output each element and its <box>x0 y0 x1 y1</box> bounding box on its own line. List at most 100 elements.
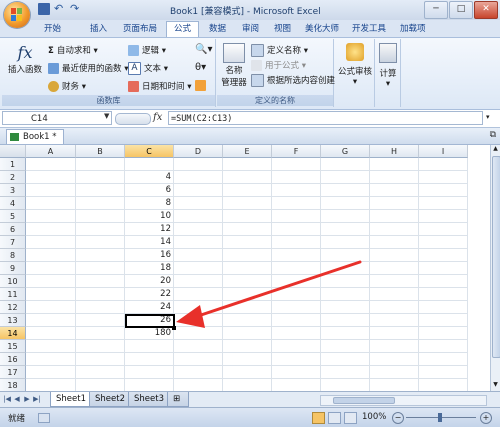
column-header-g[interactable]: G <box>321 145 370 158</box>
row-header-5[interactable]: 5 <box>0 210 26 223</box>
column-header-a[interactable]: A <box>26 145 76 158</box>
insert-sheet-icon[interactable]: ⊞ <box>167 392 189 407</box>
row-header-17[interactable]: 17 <box>0 366 26 379</box>
tab-data[interactable]: 数据 <box>209 22 226 37</box>
sheet-tab-sheet3[interactable]: Sheet3 <box>128 392 170 407</box>
normal-view-icon[interactable] <box>312 412 325 424</box>
formula-input[interactable]: =SUM(C2:C13) <box>168 111 483 125</box>
redo-icon[interactable]: ↷ <box>70 3 82 15</box>
column-header-h[interactable]: H <box>370 145 419 158</box>
page-break-view-icon[interactable] <box>344 412 357 424</box>
undo-icon[interactable]: ↶ <box>54 3 66 15</box>
cell-c9[interactable]: 18 <box>125 262 174 275</box>
tab-home[interactable]: 开始 <box>44 22 61 37</box>
column-header-e[interactable]: E <box>223 145 272 158</box>
scroll-up-icon[interactable]: ▲ <box>491 145 500 155</box>
formula-auditing-button[interactable]: 公式审核 ▾ <box>338 43 372 87</box>
prev-sheet-icon[interactable]: ◀ <box>13 395 21 404</box>
page-layout-view-icon[interactable] <box>328 412 341 424</box>
row-header-3[interactable]: 3 <box>0 184 26 197</box>
cell-c12[interactable]: 24 <box>125 301 174 314</box>
row-header-1[interactable]: 1 <box>0 158 26 171</box>
cell-c8[interactable]: 16 <box>125 249 174 262</box>
tab-developer[interactable]: 开发工具 <box>352 22 386 37</box>
row-header-14[interactable]: 14 <box>0 327 26 340</box>
lookup-icon[interactable]: 🔍▾ <box>195 44 212 55</box>
create-from-selection-button[interactable]: 根据所选内容创建 <box>251 74 335 87</box>
row-header-2[interactable]: 2 <box>0 171 26 184</box>
datetime-button[interactable]: 日期和时间 ▾ <box>128 80 191 92</box>
fill-handle[interactable] <box>172 326 176 330</box>
zoom-level[interactable]: 100% <box>362 412 386 422</box>
tab-review[interactable]: 审阅 <box>242 22 259 37</box>
name-manager-button[interactable]: 名称 管理器 <box>219 43 249 88</box>
expand-formula-bar-icon[interactable]: ▾ <box>486 113 490 121</box>
cell-c2[interactable]: 4 <box>125 171 174 184</box>
recent-functions-button[interactable]: 最近使用的函数 ▾ <box>48 62 128 74</box>
column-header-i[interactable]: I <box>419 145 468 158</box>
tab-beautify[interactable]: 美化大师 <box>305 22 339 37</box>
sheet-tab-sheet1[interactable]: Sheet1 <box>50 392 92 407</box>
row-header-16[interactable]: 16 <box>0 353 26 366</box>
column-header-f[interactable]: F <box>272 145 321 158</box>
zoom-slider-thumb[interactable] <box>438 413 442 422</box>
formula-expand-handle[interactable] <box>115 113 151 125</box>
next-sheet-icon[interactable]: ▶ <box>23 395 31 404</box>
tab-formulas[interactable]: 公式 <box>166 21 200 38</box>
more-functions-icon[interactable] <box>195 80 209 91</box>
financial-button[interactable]: 财务 ▾ <box>48 80 86 92</box>
math-icon[interactable]: θ▾ <box>195 62 206 73</box>
insert-function-button[interactable]: fx 插入函数 <box>8 43 42 75</box>
row-header-15[interactable]: 15 <box>0 340 26 353</box>
tab-view[interactable]: 视图 <box>274 22 291 37</box>
hscroll-thumb[interactable] <box>333 397 395 404</box>
sheet-tab-sheet2[interactable]: Sheet2 <box>89 392 131 407</box>
column-header-c[interactable]: C <box>125 145 174 158</box>
last-sheet-icon[interactable]: ▶| <box>33 395 41 404</box>
workbook-restore-icon[interactable]: ⧉ <box>490 130 496 140</box>
cell-c6[interactable]: 12 <box>125 223 174 236</box>
row-header-4[interactable]: 4 <box>0 197 26 210</box>
select-all-corner[interactable] <box>0 145 26 158</box>
first-sheet-icon[interactable]: |◀ <box>3 395 11 404</box>
zoom-out-icon[interactable]: − <box>392 412 404 424</box>
row-header-7[interactable]: 7 <box>0 236 26 249</box>
name-box[interactable]: C14 <box>2 111 112 125</box>
row-header-12[interactable]: 12 <box>0 301 26 314</box>
text-button[interactable]: A 文本 ▾ <box>128 62 168 75</box>
tab-page-layout[interactable]: 页面布局 <box>123 22 157 37</box>
office-button[interactable] <box>4 2 30 28</box>
row-header-9[interactable]: 9 <box>0 262 26 275</box>
row-header-8[interactable]: 8 <box>0 249 26 262</box>
macro-record-icon[interactable] <box>38 413 50 423</box>
cell-c10[interactable]: 20 <box>125 275 174 288</box>
save-icon[interactable] <box>38 3 50 15</box>
cell-c7[interactable]: 14 <box>125 236 174 249</box>
row-header-11[interactable]: 11 <box>0 288 26 301</box>
close-button[interactable]: ✕ <box>474 1 498 19</box>
tab-addins[interactable]: 加载项 <box>400 22 426 37</box>
autosum-button[interactable]: Σ 自动求和 ▾ <box>48 44 98 56</box>
row-header-18[interactable]: 18 <box>0 379 26 391</box>
use-in-formula-button[interactable]: 用于公式 ▾ <box>251 59 306 71</box>
row-header-10[interactable]: 10 <box>0 275 26 288</box>
scroll-down-icon[interactable]: ▼ <box>491 381 500 391</box>
worksheet-grid[interactable]: ABCDEFGHI 12345678910111213141516171819 … <box>0 145 490 391</box>
cell-c4[interactable]: 8 <box>125 197 174 210</box>
cell-c14[interactable]: 180 <box>125 327 174 340</box>
row-header-13[interactable]: 13 <box>0 314 26 327</box>
cell-c5[interactable]: 10 <box>125 210 174 223</box>
workbook-tab[interactable]: Book1 * <box>6 129 64 144</box>
scroll-thumb[interactable] <box>492 156 500 358</box>
maximize-button[interactable]: □ <box>449 1 473 19</box>
row-header-6[interactable]: 6 <box>0 223 26 236</box>
tab-insert[interactable]: 插入 <box>90 22 107 37</box>
cell-c3[interactable]: 6 <box>125 184 174 197</box>
minimize-button[interactable]: ─ <box>424 1 448 19</box>
logical-button[interactable]: 逻辑 ▾ <box>128 44 166 56</box>
name-box-dropdown-icon[interactable]: ▼ <box>104 112 109 120</box>
insert-function-fx-icon[interactable]: fx <box>153 112 162 123</box>
vertical-scrollbar[interactable]: ▲ ▼ <box>490 145 500 391</box>
zoom-in-icon[interactable]: + <box>480 412 492 424</box>
cell-c11[interactable]: 22 <box>125 288 174 301</box>
